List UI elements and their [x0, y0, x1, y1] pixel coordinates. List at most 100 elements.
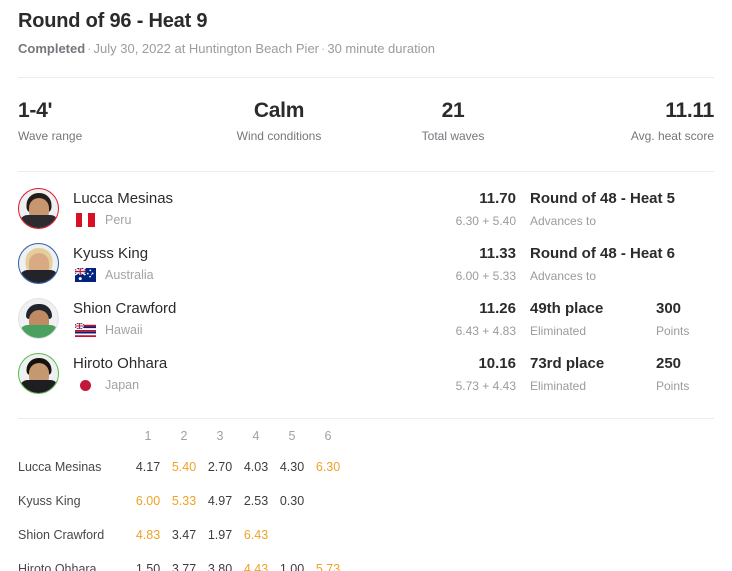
- result-destination: 73rd place: [530, 354, 605, 372]
- athlete-list: Lucca Mesinas Peru 11.70 6.30 + 5.40 Rou…: [18, 172, 714, 401]
- result-status: Eliminated: [530, 323, 587, 338]
- wave-table-row: Hiroto Ohhara 1.50 3.77 3.80 4.43 1.00 5…: [18, 552, 714, 571]
- australia-flag-icon: [73, 268, 97, 283]
- athlete-identity[interactable]: Hiroto Ohhara Japan: [18, 353, 424, 394]
- avatar: [18, 188, 59, 229]
- wave-row-label: Lucca Mesinas: [18, 459, 102, 474]
- wave-column-header: 5: [288, 428, 296, 443]
- wave-score-cell: 0.30: [279, 493, 305, 508]
- athlete-result: 49th place Eliminated: [516, 299, 656, 339]
- wave-column-header: 1: [144, 428, 152, 443]
- athlete-points: 300 Points: [656, 299, 714, 339]
- wave-row-label: Shion Crawford: [18, 527, 105, 542]
- athlete-points: [656, 262, 714, 266]
- wave-score-cell: 3.80: [207, 561, 233, 571]
- athlete-row[interactable]: Shion Crawford Hawaii 11.26 6.43 + 4.83 …: [18, 291, 714, 346]
- athlete-identity[interactable]: Kyuss King Australia: [18, 243, 424, 284]
- score-breakdown: 6.43 + 4.83: [455, 323, 516, 338]
- score-breakdown: 5.73 + 4.43: [455, 378, 516, 393]
- wave-column-header: 4: [252, 428, 260, 443]
- athlete-result: Round of 48 - Heat 6 Advances to: [516, 244, 676, 284]
- country-name: Japan: [105, 378, 140, 392]
- wave-score-cell: 6.30: [315, 459, 341, 474]
- wave-score-cell: 2.53: [243, 493, 269, 508]
- country-name: Peru: [105, 213, 132, 227]
- wave-score-cell: 1.50: [135, 561, 161, 571]
- page-title: Round of 96 - Heat 9: [18, 10, 208, 32]
- country-name: Australia: [105, 268, 154, 282]
- conditions-summary: 1-4' Wave range Calm Wind conditions 21 …: [18, 78, 714, 144]
- points-value: 300: [656, 299, 682, 317]
- points-label: Points: [656, 323, 690, 338]
- wave-score-cell: 3.47: [171, 527, 197, 542]
- hawaii-flag-icon: [73, 323, 97, 338]
- points-label: Points: [656, 378, 690, 393]
- athlete-identity[interactable]: Lucca Mesinas Peru: [18, 188, 424, 229]
- avatar: [18, 298, 59, 339]
- result-destination: 49th place: [530, 299, 604, 317]
- country-name: Hawaii: [105, 323, 143, 337]
- athlete-score: 11.26 6.43 + 4.83: [424, 299, 516, 339]
- wave-score-table: 1 2 3 4 5 6 Lucca Mesinas 4.17 5.40 2.70…: [18, 419, 714, 571]
- athlete-score: 11.70 6.30 + 5.40: [424, 189, 516, 229]
- athlete-country: Hawaii: [73, 322, 176, 338]
- athlete-name-block: Shion Crawford Hawaii: [73, 299, 176, 338]
- wave-score-cell: 6.43: [243, 527, 269, 542]
- wave-score-cell: 4.83: [135, 527, 161, 542]
- stat-total-waves: 21 Total waves: [366, 98, 540, 144]
- athlete-row[interactable]: Lucca Mesinas Peru 11.70 6.30 + 5.40 Rou…: [18, 181, 714, 236]
- total-score: 11.70: [479, 189, 516, 207]
- athlete-name-block: Hiroto Ohhara Japan: [73, 354, 167, 393]
- wave-score-cell: 5.73: [315, 561, 341, 571]
- stat-value: Calm: [253, 99, 305, 122]
- stat-value: 21: [441, 99, 465, 122]
- athlete-result: Round of 48 - Heat 5 Advances to: [516, 189, 676, 229]
- wave-score-cell: 4.17: [135, 459, 161, 474]
- peru-flag-icon: [73, 213, 97, 228]
- result-status: Eliminated: [530, 378, 587, 393]
- wave-score-cell: 1.00: [279, 561, 305, 571]
- athlete-country: Japan: [73, 377, 167, 393]
- wave-score-cell: 1.97: [207, 527, 233, 542]
- stat-label: Avg. heat score: [630, 129, 714, 143]
- wave-score-cell: 2.70: [207, 459, 233, 474]
- japan-flag-icon: [73, 378, 97, 393]
- result-destination: Round of 48 - Heat 6: [530, 244, 676, 262]
- athlete-identity[interactable]: Shion Crawford Hawaii: [18, 298, 424, 339]
- athlete-result: 73rd place Eliminated: [516, 354, 656, 394]
- wave-column-header: 3: [216, 428, 224, 443]
- status-badge: Completed: [18, 41, 86, 56]
- wave-table-header-row: 1 2 3 4 5 6: [18, 422, 714, 450]
- athlete-name: Hiroto Ohhara: [73, 355, 168, 372]
- stat-wave-range: 1-4' Wave range: [18, 98, 192, 144]
- heat-meta: Completed · July 30, 2022 at Huntington Be…: [18, 40, 714, 58]
- total-score: 11.33: [479, 244, 516, 262]
- athlete-row[interactable]: Hiroto Ohhara Japan 10.16 5.73 + 4.43 73…: [18, 346, 714, 401]
- wave-score-cell: 5.33: [171, 493, 197, 508]
- stat-avg-heat-score: 11.11 Avg. heat score: [540, 98, 714, 144]
- wave-row-label: Kyuss King: [18, 493, 81, 508]
- athlete-country: Peru: [73, 212, 173, 228]
- result-status: Advances to: [530, 268, 597, 283]
- wave-score-cell: 4.03: [243, 459, 269, 474]
- athlete-name-block: Kyuss King Australia: [73, 244, 154, 283]
- result-destination: Round of 48 - Heat 5: [530, 189, 676, 207]
- wave-row-label: Hiroto Ohhara: [18, 561, 97, 571]
- stat-value: 1-4': [18, 99, 53, 122]
- athlete-name: Kyuss King: [73, 245, 149, 262]
- total-score: 10.16: [478, 354, 516, 372]
- wave-score-cell: 4.97: [207, 493, 233, 508]
- avatar: [18, 243, 59, 284]
- athlete-name: Shion Crawford: [73, 300, 177, 317]
- meta-separator-1: ·: [87, 41, 92, 56]
- avatar: [18, 353, 59, 394]
- stat-wind-conditions: Calm Wind conditions: [192, 98, 366, 144]
- athlete-score: 11.33 6.00 + 5.33: [424, 244, 516, 284]
- athlete-row[interactable]: Kyuss King Australia 11.33 6.00 + 5.33 R…: [18, 236, 714, 291]
- heat-duration: 30 minute duration: [327, 41, 436, 56]
- score-breakdown: 6.00 + 5.33: [455, 268, 516, 283]
- wave-score-cell: 4.43: [243, 561, 269, 571]
- heat-date-location: July 30, 2022 at Huntington Beach Pier: [93, 41, 319, 56]
- athlete-country: Australia: [73, 267, 154, 283]
- wave-score-cell: 3.77: [171, 561, 197, 571]
